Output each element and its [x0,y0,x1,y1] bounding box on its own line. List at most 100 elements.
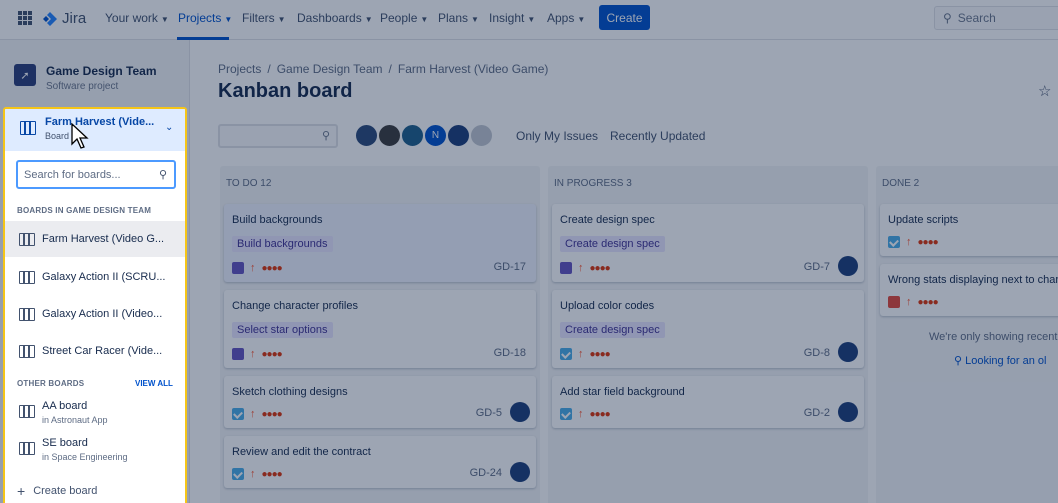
board-item-farm-harvest[interactable]: Farm Harvest (Video G... [5,221,185,257]
priority-high-icon: ↑ [578,262,584,274]
section-heading: BOARDS IN GAME DESIGN TEAM [17,206,152,215]
board-search-input[interactable] [24,162,154,187]
priority-high-icon: ↑ [578,348,584,360]
project-name: Game Design Team [46,64,157,78]
epic-label: Create design spec [560,236,665,252]
issue-title: Build backgrounds [232,214,323,226]
priority-high-icon: ↑ [250,468,256,480]
chevron-down-icon: ▼ [277,15,286,24]
nav-apps[interactable]: Apps ▼ [547,11,585,25]
assignee-avatar[interactable] [838,342,858,362]
issue-title: Update scripts [888,214,959,226]
story-points-icon: ●●●● [261,262,283,274]
board-item-galaxy-scrum[interactable]: Galaxy Action II (SCRU... [5,259,185,295]
board-icon [19,441,35,455]
chevron-down-icon[interactable]: ⌄ [165,122,173,133]
issue-title: Upload color codes [560,300,655,312]
board-item-label: Street Car Racer (Vide... [42,345,163,357]
avatar[interactable] [400,123,425,148]
breadcrumb-board[interactable]: Farm Harvest (Video Game) [398,62,549,76]
project-type: Software project [46,81,119,92]
board-search-field[interactable]: ⚲ [16,160,176,189]
nav-insight[interactable]: Insight ▼ [489,11,535,25]
board-icon [19,404,35,418]
board-item-se[interactable]: SE board in Space Engineering [5,430,185,466]
issue-card[interactable]: Add star field background ↑ ●●●● GD-2 [552,376,864,428]
jira-logo[interactable]: Jira [42,10,86,27]
issue-card[interactable]: Wrong stats displaying next to charac ↑ ●… [880,264,1058,316]
issue-title: Create design spec [560,214,655,226]
chevron-down-icon: ▼ [577,15,586,24]
chevron-down-icon: ▼ [224,15,233,24]
create-board-button[interactable]: + Create board [17,483,97,499]
avatar[interactable] [377,123,402,148]
priority-high-icon: ↑ [578,408,584,420]
create-button[interactable]: Create [599,5,650,30]
subtask-icon [560,262,572,274]
chevron-down-icon: ▼ [527,15,536,24]
story-points-icon: ●●●● [261,468,283,480]
issue-key: GD-2 [803,407,830,419]
filter-only-my-issues[interactable]: Only My Issues [510,125,604,147]
board-item-aa[interactable]: AA board in Astronaut App [5,393,185,429]
app-switcher-icon[interactable] [18,11,32,25]
nav-plans[interactable]: Plans ▼ [438,11,479,25]
chevron-down-icon: ▼ [420,15,429,24]
view-all-link[interactable]: VIEW ALL [135,379,173,388]
issue-card[interactable]: Update scripts ↑ ●●●● [880,204,1058,256]
board-icon [19,344,35,358]
star-icon[interactable]: ☆ [1038,82,1051,100]
breadcrumb-project[interactable]: Game Design Team [277,62,383,76]
nav-filters[interactable]: Filters ▼ [242,11,286,25]
issue-key: GD-18 [493,347,526,359]
jira-logo-text: Jira [62,10,87,27]
nav-people[interactable]: People ▼ [380,11,428,25]
avatar[interactable] [469,123,494,148]
story-points-icon: ●●●● [589,262,611,274]
breadcrumb: Projects / Game Design Team / Farm Harvest (… [218,62,549,76]
board-item-label: AA board [42,400,88,412]
issue-card[interactable]: Create design spec Create design spec ↑ ●… [552,204,864,282]
column-done: DONE 2 Update scripts ↑ ●●●● Wrong stats … [876,166,1058,503]
task-icon [560,348,572,360]
board-search-input[interactable]: ⚲ [218,124,338,148]
nav-your-work[interactable]: Your work ▼ [105,11,169,25]
issue-key: GD-24 [469,467,502,479]
story-points-icon: ●●●● [917,236,939,248]
assignee-avatar[interactable] [838,256,858,276]
board-item-project: in Space Engineering [42,452,128,462]
board-icon [19,270,35,284]
board-item-galaxy-video[interactable]: Galaxy Action II (Video... [5,296,185,332]
avatar[interactable]: N [423,123,448,148]
issue-card[interactable]: Build backgrounds Build backgrounds ↑ ●●●… [224,204,536,282]
issue-card[interactable]: Upload color codes Create design spec ↑ ●… [552,290,864,368]
issue-card[interactable]: Change character profiles Select star op… [224,290,536,368]
assignee-avatar[interactable] [510,462,530,482]
filter-recently-updated[interactable]: Recently Updated [604,125,711,147]
avatar[interactable] [446,123,471,148]
priority-high-icon: ↑ [250,408,256,420]
older-issues-link[interactable]: ⚲ Looking for an ol [954,354,1046,367]
chevron-down-icon: ▼ [364,15,373,24]
task-icon [232,408,244,420]
nav-dashboards[interactable]: Dashboards ▼ [297,11,373,25]
breadcrumb-projects[interactable]: Projects [218,62,261,76]
global-search[interactable]: ⚲ Search [934,6,1058,30]
search-icon: ⚲ [943,11,952,25]
project-header[interactable]: ➚ Game Design Team Software project [14,64,156,92]
issue-card[interactable]: Review and edit the contract ↑ ●●●● GD-24 [224,436,536,488]
nav-projects[interactable]: Projects ▼ [178,11,232,25]
board-item-label: SE board [42,437,88,449]
avatar[interactable] [354,123,379,148]
current-board-title: Farm Harvest (Vide... [45,116,155,128]
current-board-selector[interactable]: Farm Harvest (Vide... Board ⌄ [5,109,185,151]
current-board-type: Board [45,131,70,141]
board-item-street-car-racer[interactable]: Street Car Racer (Vide... [5,333,185,369]
page-title: Kanban board [218,80,353,102]
assignee-avatar[interactable] [510,402,530,422]
assignee-avatar[interactable] [838,402,858,422]
issue-card[interactable]: Sketch clothing designs ↑ ●●●● GD-5 [224,376,536,428]
column-title: IN PROGRESS 3 [554,178,632,189]
story-points-icon: ●●●● [261,348,283,360]
story-points-icon: ●●●● [589,408,611,420]
